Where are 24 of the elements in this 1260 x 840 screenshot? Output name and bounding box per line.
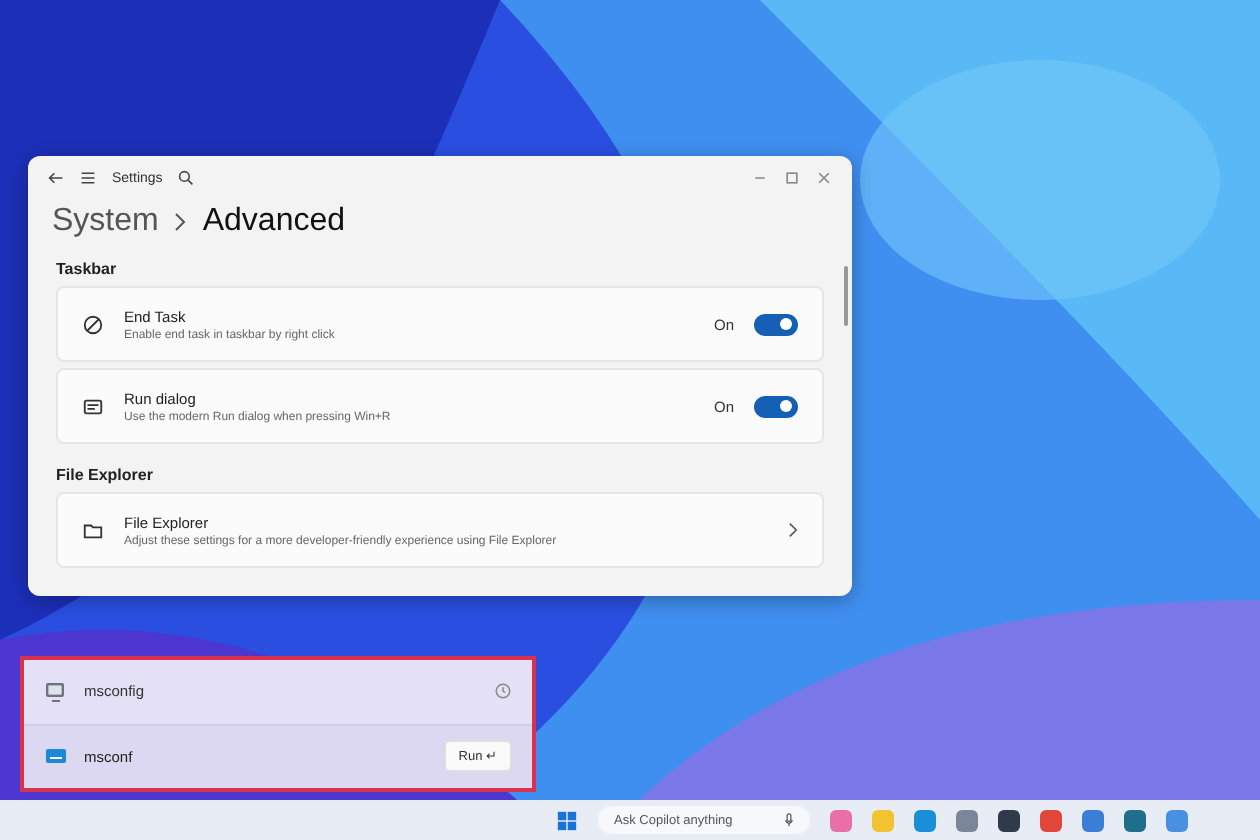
toggle-switch[interactable] [754,395,798,417]
section-heading: File Explorer [56,464,155,488]
history-icon [494,682,512,701]
scrollbar[interactable] [844,266,848,326]
search-icon[interactable] [178,170,195,186]
section-heading: Taskbar [56,258,119,282]
microphone-icon[interactable] [784,812,794,828]
app-icon[interactable] [1124,809,1146,831]
window-icon [82,395,104,417]
start-icon[interactable] [556,809,578,831]
maximize-icon[interactable] [784,170,800,186]
chevron-icon [174,212,187,232]
close-icon[interactable] [816,170,832,186]
chevron-icon [788,522,798,538]
app-icon[interactable] [998,809,1020,831]
back-icon[interactable] [48,170,64,186]
breadcrumb-item: Advanced [202,204,346,240]
monitor-icon [44,679,68,704]
blocked-icon [82,313,104,335]
toggle-switch[interactable] [754,313,798,335]
breadcrumb-item[interactable]: System [52,204,159,240]
run-app-icon [44,744,68,769]
folder-icon [82,519,104,541]
menu-icon[interactable] [80,170,96,186]
